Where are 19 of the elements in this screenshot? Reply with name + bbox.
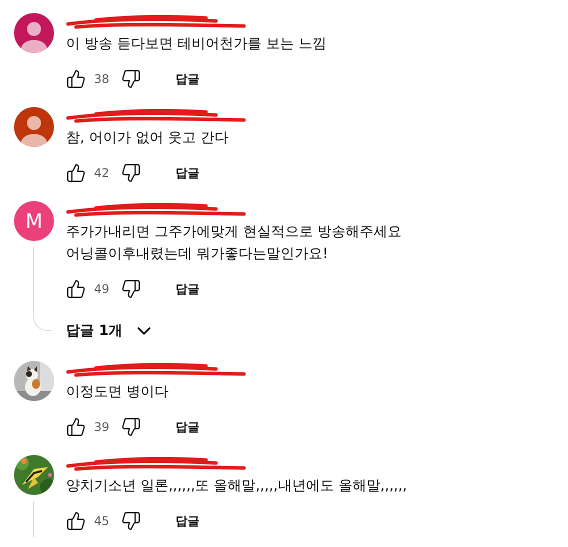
comment-text: 참, 어이가 없어 웃고 간다	[66, 129, 230, 148]
reply-button[interactable]: 답글	[165, 506, 210, 536]
like-count: 45	[94, 514, 110, 528]
reply-button[interactable]: 답글	[165, 64, 210, 94]
reply-button[interactable]: 답글	[165, 412, 210, 442]
avatar[interactable]	[14, 13, 54, 53]
like-count: 42	[94, 166, 110, 180]
reply-button[interactable]: 답글	[165, 158, 210, 188]
like-count: 38	[94, 72, 110, 86]
like-count: 39	[94, 420, 110, 434]
replies-toggle[interactable]: 답글 1개	[66, 313, 568, 349]
comment-text: 양치기소년 일론,,,,,,또 올해말,,,,,내년에도 올해말,,,,,,	[66, 477, 408, 496]
avatar[interactable]: M	[14, 201, 54, 241]
reply-button[interactable]: 답글	[165, 274, 210, 304]
comment-text: 이정도면 병이다	[66, 383, 170, 402]
comment-text: 주가가내리면 그주가에맞게 현실적으로 방송해주세요 어닝콜이후내렸는데 뭐가좋다는말인가요!	[66, 223, 402, 264]
avatar[interactable]	[14, 107, 54, 147]
like-count: 49	[94, 282, 110, 296]
comment-text: 이 방송 듣다보면 테비어천가를 보는 느낌	[66, 35, 328, 54]
